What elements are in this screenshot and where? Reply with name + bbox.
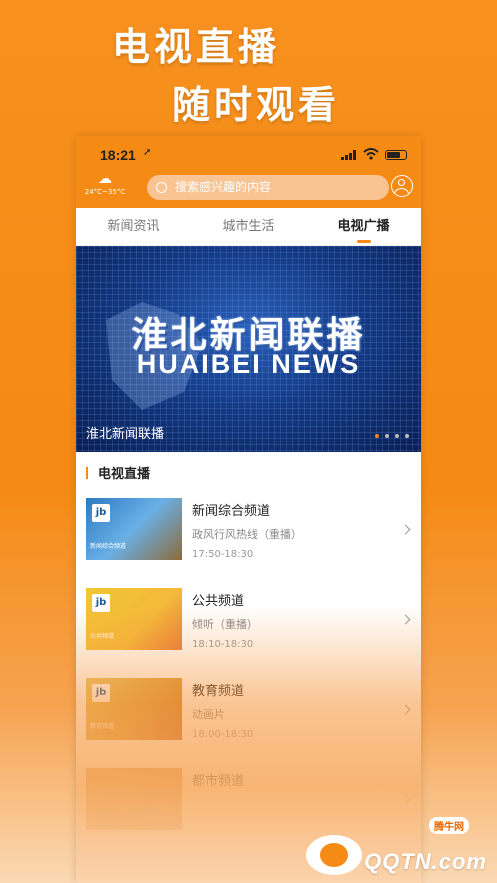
status-time: 18:21 <box>100 147 136 163</box>
channel-row[interactable]: jb 公共频道 公共频道 倾听（重播） 18:10-18:30 <box>76 578 421 668</box>
tab-news[interactable]: 新闻资讯 <box>76 208 191 245</box>
channel-thumbnail <box>86 768 182 830</box>
channel-thumbnail: jb 教育频道 <box>86 678 182 740</box>
cellular-signal-icon <box>341 150 357 160</box>
chevron-right-icon <box>400 614 411 625</box>
cloud-icon: ☁ <box>98 171 112 187</box>
promo-line-1: 电视直播 <box>112 25 281 69</box>
section-accent-bar <box>86 466 88 479</box>
carousel-dot[interactable] <box>395 434 399 438</box>
banner-caption: 淮北新闻联播 <box>86 427 165 442</box>
channel-program: 动画片 <box>192 708 225 721</box>
banner-title-en: HUAIBEI NEWS <box>136 349 361 379</box>
carousel-dot[interactable] <box>375 434 379 438</box>
search-input[interactable]: 搜索感兴趣的内容 <box>147 175 389 200</box>
channel-thumbnail: jb 新闻综合频道 <box>86 498 182 560</box>
phone-screen: 18:21 ➚ ☁ 24°C~35°C 搜索感兴趣的内容 新闻资讯 城市生活 电… <box>76 136 421 883</box>
channel-name: 教育频道 <box>192 684 245 699</box>
channel-name: 公共频道 <box>192 594 245 609</box>
app-header: ☁ 24°C~35°C 搜索感兴趣的内容 <box>76 171 421 208</box>
chevron-right-icon <box>400 794 411 805</box>
channel-program: 倾听（重播） <box>192 618 258 631</box>
section-title: 电视直播 <box>98 467 151 482</box>
status-bar: 18:21 ➚ <box>76 136 421 174</box>
channel-row[interactable]: jb 教育频道 教育频道 动画片 18:00-18:30 <box>76 668 421 758</box>
channel-name: 新闻综合频道 <box>192 504 271 519</box>
location-arrow-icon: ➚ <box>143 147 152 158</box>
tab-city-life[interactable]: 城市生活 <box>191 208 306 245</box>
watermark-tag: 腾牛网 <box>429 817 469 834</box>
channel-time: 18:00-18:30 <box>192 729 254 740</box>
search-icon <box>156 182 167 193</box>
watermark: 腾牛网 QQTN.com <box>306 817 487 875</box>
banner-carousel[interactable]: 淮北新闻联播 HUAIBEI NEWS 淮北新闻联播 <box>76 246 421 452</box>
channel-thumbnail: jb 公共频道 <box>86 588 182 650</box>
watermark-text: QQTN.com <box>364 849 487 874</box>
search-placeholder: 搜索感兴趣的内容 <box>175 180 272 194</box>
temperature-range: 24°C~35°C <box>84 188 126 196</box>
channel-time: 18:10-18:30 <box>192 639 254 650</box>
user-profile-icon[interactable] <box>391 175 413 197</box>
weather-widget[interactable]: ☁ 24°C~35°C <box>80 170 130 196</box>
carousel-dot[interactable] <box>405 434 409 438</box>
watermark-logo-icon <box>306 835 363 875</box>
channel-name: 都市频道 <box>192 774 245 789</box>
tab-tv-broadcast[interactable]: 电视广播 <box>306 208 421 245</box>
channel-program: 政风行风热线（重播） <box>192 528 302 541</box>
channel-row[interactable]: jb 新闻综合频道 新闻综合频道 政风行风热线（重播） 17:50-18:30 <box>76 488 421 578</box>
wifi-icon <box>363 148 379 160</box>
category-tabs: 新闻资讯 城市生活 电视广播 <box>76 208 421 246</box>
carousel-dots <box>375 434 409 438</box>
channel-time: 17:50-18:30 <box>192 549 254 560</box>
battery-icon <box>385 150 407 160</box>
section-header: 电视直播 <box>76 452 421 488</box>
chevron-right-icon <box>400 704 411 715</box>
chevron-right-icon <box>400 524 411 535</box>
carousel-dot[interactable] <box>385 434 389 438</box>
promo-line-2: 随时观看 <box>172 83 341 127</box>
